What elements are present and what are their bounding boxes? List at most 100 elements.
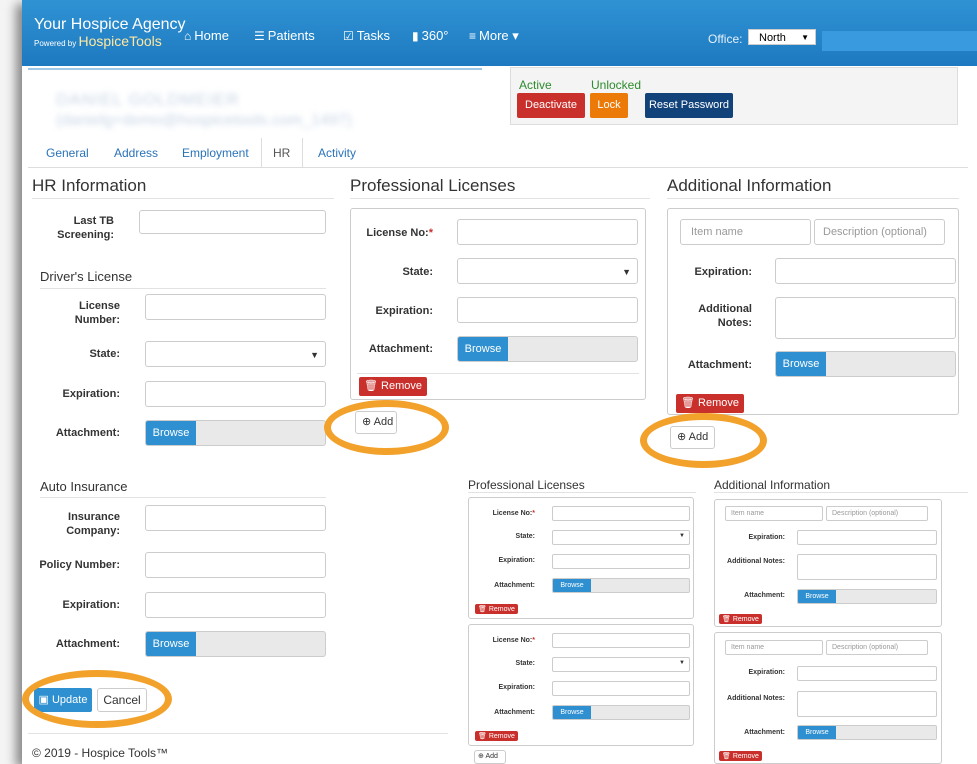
description-input[interactable]: Description (optional) <box>814 219 945 245</box>
nav-360-label: 360° <box>421 28 449 43</box>
dropdown-caret-icon: ▼ <box>679 660 685 666</box>
ai-browse-button[interactable]: Browse <box>146 632 196 656</box>
ai-expiration-input[interactable] <box>145 592 326 618</box>
license-attachment-field[interactable]: Browse <box>457 336 638 362</box>
preview-browse-button[interactable]: Browse <box>798 590 836 603</box>
remove-label: Remove <box>381 380 422 392</box>
preview-attachment-field[interactable]: Browse <box>552 705 690 720</box>
preview-expiration-input[interactable] <box>552 681 690 696</box>
preview-state-select[interactable]: ▼ <box>552 657 690 672</box>
licenses-title: Professional Licenses <box>350 176 516 195</box>
preview-remove-button[interactable]: 🗑 Remove <box>475 604 518 614</box>
nav-patients[interactable]: ☰ Patients <box>254 29 315 44</box>
nav-home[interactable]: ⌂ Home <box>184 29 229 44</box>
tab-divider <box>261 138 262 168</box>
dl-state-select[interactable]: ▼ <box>145 341 326 367</box>
preview-remove-button[interactable]: 🗑 Remove <box>719 751 762 761</box>
preview-notes-textarea[interactable] <box>797 554 937 580</box>
deactivate-button[interactable]: Deactivate <box>517 93 585 118</box>
preview-attachment-field[interactable]: Browse <box>552 578 690 593</box>
divider <box>667 198 959 199</box>
nav-tasks[interactable]: ☑ Tasks <box>343 29 390 44</box>
preview-notes-textarea[interactable] <box>797 691 937 717</box>
preview-expiration-input[interactable] <box>552 554 690 569</box>
license-browse-button[interactable]: Browse <box>458 337 508 361</box>
trash-icon: 🗑 <box>478 733 487 740</box>
last-tb-input[interactable] <box>139 210 326 234</box>
item-name-placeholder: Item name <box>691 226 743 238</box>
insurance-company-input[interactable] <box>145 505 326 531</box>
preview-attachment-field[interactable]: Browse <box>797 589 937 604</box>
additional-notes-textarea[interactable] <box>775 297 956 339</box>
item-name-input[interactable]: Item name <box>680 219 811 245</box>
tab-underline <box>28 167 968 168</box>
additional-browse-button[interactable]: Browse <box>776 352 826 376</box>
additional-notes-label: Additional Notes: <box>698 303 752 329</box>
user-email-redacted: (danielg+demo@hospicetools.com_1497) <box>56 112 352 129</box>
item-name-placeholder: Item name <box>731 644 765 651</box>
preview-description-input[interactable]: Description (optional) <box>826 640 928 655</box>
preview-expiration-input[interactable] <box>797 666 937 681</box>
top-navbar: Your Hospice Agency Powered by HospiceTo… <box>22 0 977 66</box>
tab-divider <box>302 138 303 168</box>
remove-label: Remove <box>698 397 739 409</box>
preview-remove-button[interactable]: 🗑 Remove <box>475 731 518 741</box>
office-select[interactable]: North ▼ <box>748 29 816 45</box>
divider <box>40 497 326 498</box>
tab-general[interactable]: General <box>46 146 89 160</box>
preview-remove-button[interactable]: 🗑 Remove <box>719 614 762 624</box>
lock-button[interactable]: Lock <box>590 93 628 118</box>
preview-attachment-field[interactable]: Browse <box>797 725 937 740</box>
brand-title[interactable]: Your Hospice Agency <box>34 16 186 34</box>
reset-password-button[interactable]: Reset Password <box>645 93 733 118</box>
preview-license-no-input[interactable] <box>552 633 690 648</box>
trash-icon: 🗑 <box>722 616 731 623</box>
preview-license-no-input[interactable] <box>552 506 690 521</box>
policy-number-input[interactable] <box>145 552 326 578</box>
office-value: North <box>759 32 786 44</box>
preview-browse-button[interactable]: Browse <box>553 579 591 592</box>
additional-remove-button[interactable]: 🗑 Remove <box>676 394 744 413</box>
nav-more[interactable]: ≡ More ▾ <box>469 29 519 44</box>
divider <box>32 198 334 199</box>
license-expiration-input[interactable] <box>457 297 638 323</box>
ai-expiration-label: Expiration: <box>62 599 120 611</box>
license-state-select[interactable]: ▼ <box>457 258 638 284</box>
ai-attachment-field[interactable]: Browse <box>145 631 326 657</box>
check-square-icon: ☑ <box>343 29 354 43</box>
preview-license-no-text: License No: <box>492 510 533 517</box>
preview-item-name-input[interactable]: Item name <box>725 640 823 655</box>
highlight-ring <box>324 400 449 455</box>
status-unlocked: Unlocked <box>591 78 642 92</box>
account-status-panel: Active Unlocked Deactivate Lock Reset Pa… <box>510 67 958 125</box>
tab-employment[interactable]: Employment <box>182 146 249 160</box>
dl-browse-button[interactable]: Browse <box>146 421 196 445</box>
brand-powered: Powered by <box>34 39 77 48</box>
preview-expiration-input[interactable] <box>797 530 937 545</box>
dl-attachment-field[interactable]: Browse <box>145 420 326 446</box>
preview-browse-button[interactable]: Browse <box>798 726 836 739</box>
preview-license-panel-1: License No:* State: ▼ Expiration: Attach… <box>468 497 694 619</box>
divider <box>468 492 696 493</box>
additional-expiration-input[interactable] <box>775 258 956 284</box>
preview-attachment-label: Attachment: <box>494 709 535 716</box>
policy-number-label: Policy Number: <box>39 559 120 571</box>
preview-item-name-input[interactable]: Item name <box>725 506 823 521</box>
dropdown-caret-icon: ▼ <box>622 267 631 277</box>
divider <box>357 373 639 374</box>
nav-right-area <box>822 31 977 51</box>
preview-description-input[interactable]: Description (optional) <box>826 506 928 521</box>
preview-browse-button[interactable]: Browse <box>553 706 591 719</box>
tab-hr[interactable]: HR <box>273 146 290 160</box>
preview-license-add-button[interactable]: ⊕ Add <box>474 750 506 764</box>
tab-address[interactable]: Address <box>114 146 158 160</box>
license-no-input[interactable] <box>457 219 638 245</box>
remove-label: Remove <box>732 753 759 760</box>
license-remove-button[interactable]: 🗑 Remove <box>359 377 427 396</box>
dl-expiration-input[interactable] <box>145 381 326 407</box>
tab-activity[interactable]: Activity <box>318 146 356 160</box>
license-number-input[interactable] <box>145 294 326 320</box>
nav-360[interactable]: ▮ 360° <box>412 28 449 44</box>
additional-attachment-field[interactable]: Browse <box>775 351 956 377</box>
preview-state-select[interactable]: ▼ <box>552 530 690 545</box>
